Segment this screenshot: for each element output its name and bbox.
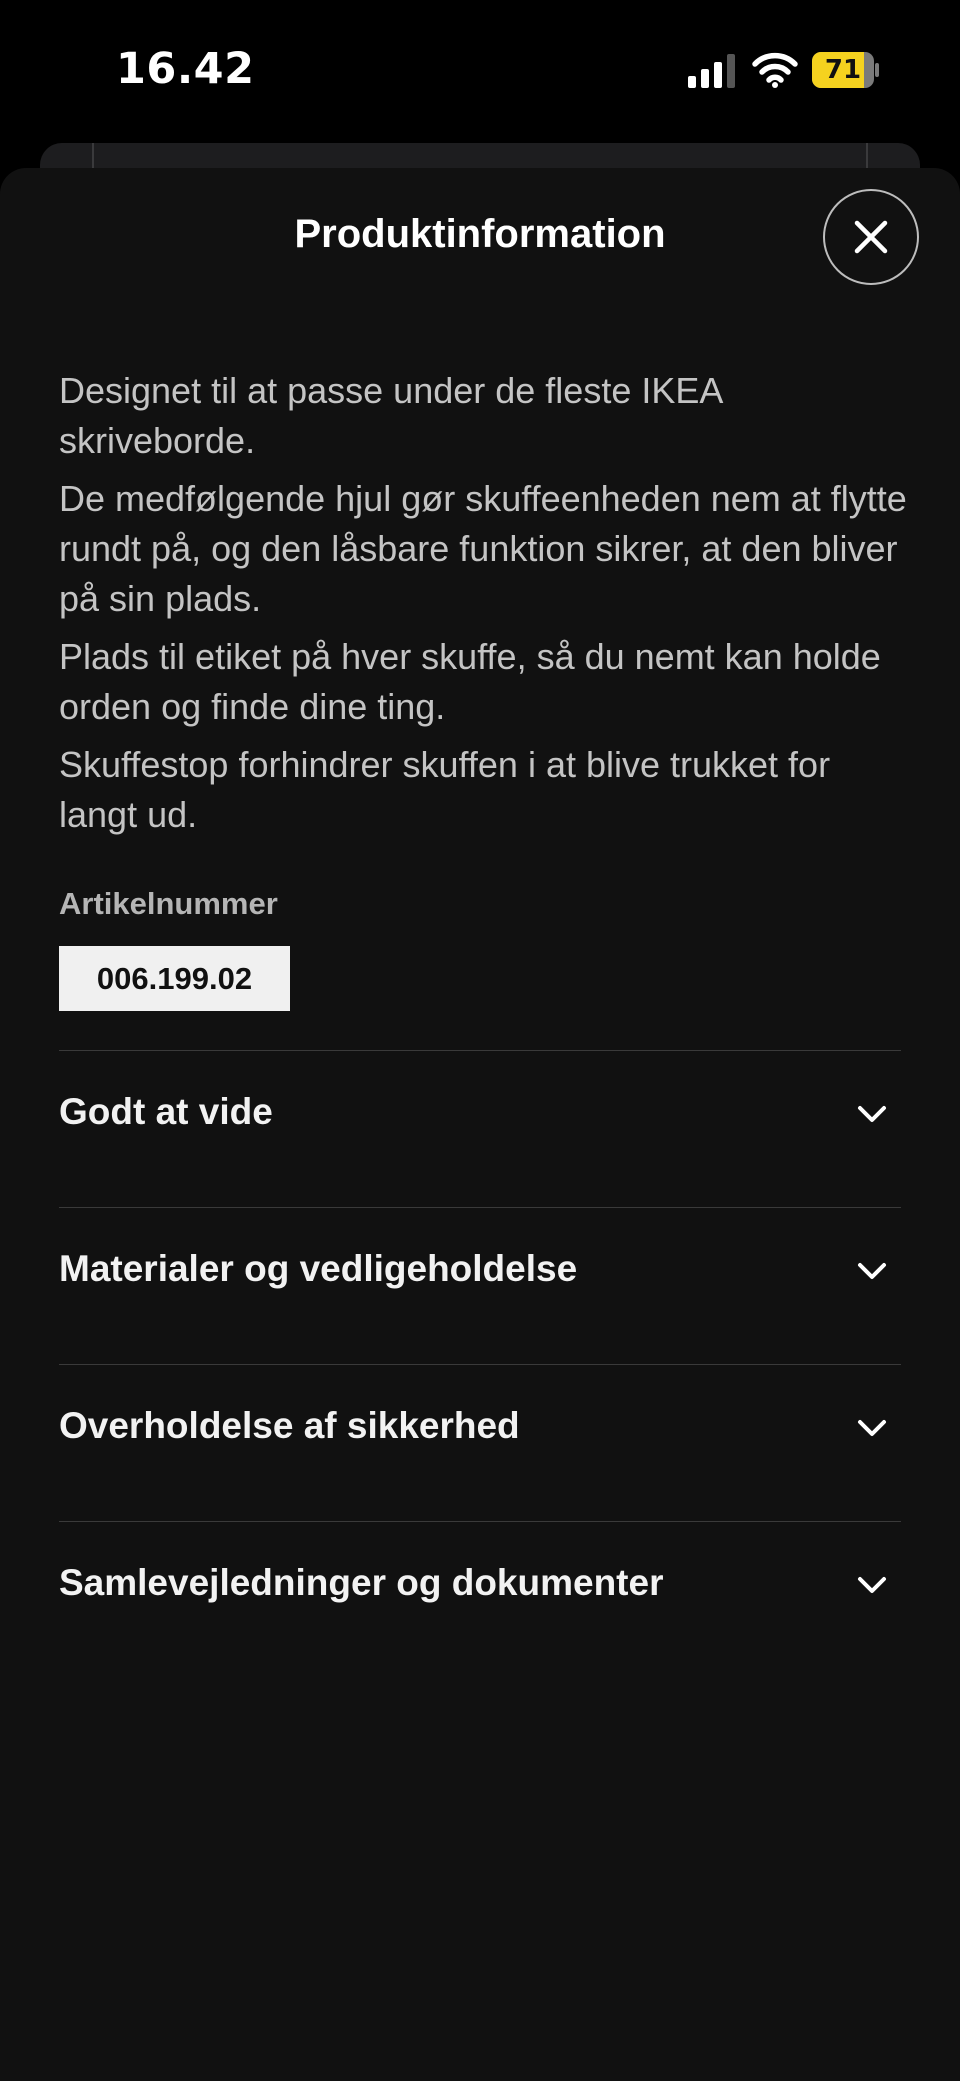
info-accordion: Godt at vide Materialer og vedligeholdel… <box>59 1050 901 1678</box>
accordion-safety-compliance[interactable]: Overholdelse af sikkerhed <box>59 1364 901 1521</box>
status-bar: 16.42 71 <box>0 0 960 140</box>
article-number-label: Artikelnummer <box>59 886 278 921</box>
accordion-label: Samlevejledninger og dokumenter <box>59 1562 664 1603</box>
article-number-badge: 006.199.02 <box>59 946 290 1011</box>
accordion-label: Godt at vide <box>59 1091 273 1132</box>
cellular-signal-icon <box>688 54 735 88</box>
chevron-down-icon <box>858 1263 886 1279</box>
description-paragraph: Designet til at passe under de fleste IK… <box>59 370 722 461</box>
accordion-label: Overholdelse af sikkerhed <box>59 1405 520 1446</box>
status-time: 16.42 <box>116 44 255 94</box>
sheet-title: Produktinformation <box>294 212 666 256</box>
accordion-label: Materialer og vedligeholdelse <box>59 1248 578 1289</box>
close-button[interactable] <box>823 189 919 285</box>
chevron-down-icon <box>858 1106 886 1122</box>
battery-level: 71 <box>824 55 862 85</box>
description-paragraph: De medfølgende hjul gør skuffeenheden ne… <box>59 478 907 619</box>
description-paragraph: Plads til etiket på hver skuffe, så du n… <box>59 636 881 727</box>
accordion-materials-care[interactable]: Materialer og vedligeholdelse <box>59 1207 901 1364</box>
product-description: Designet til at passe under de fleste IK… <box>59 366 909 848</box>
accordion-assembly-documents[interactable]: Samlevejledninger og dokumenter <box>59 1521 901 1678</box>
accordion-good-to-know[interactable]: Godt at vide <box>59 1050 901 1207</box>
chevron-down-icon <box>858 1420 886 1436</box>
close-icon <box>854 220 888 254</box>
chevron-down-icon <box>858 1577 886 1593</box>
wifi-icon <box>752 52 798 88</box>
description-paragraph: Skuffestop forhindrer skuffen i at blive… <box>59 744 831 835</box>
